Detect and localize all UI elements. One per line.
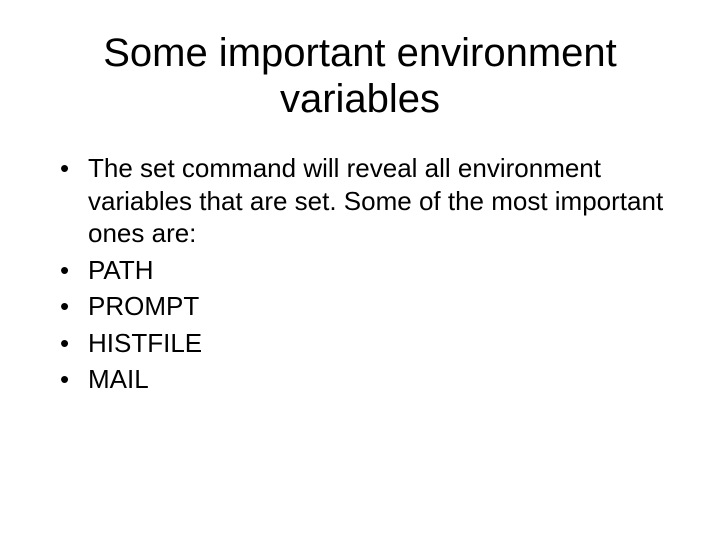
bullet-list: The set command will reveal all environm… [40, 152, 680, 396]
list-item: The set command will reveal all environm… [60, 152, 680, 250]
slide-title: Some important environment variables [40, 30, 680, 122]
list-item: HISTFILE [60, 327, 680, 360]
list-item: MAIL [60, 363, 680, 396]
list-item: PATH [60, 254, 680, 287]
list-item: PROMPT [60, 290, 680, 323]
